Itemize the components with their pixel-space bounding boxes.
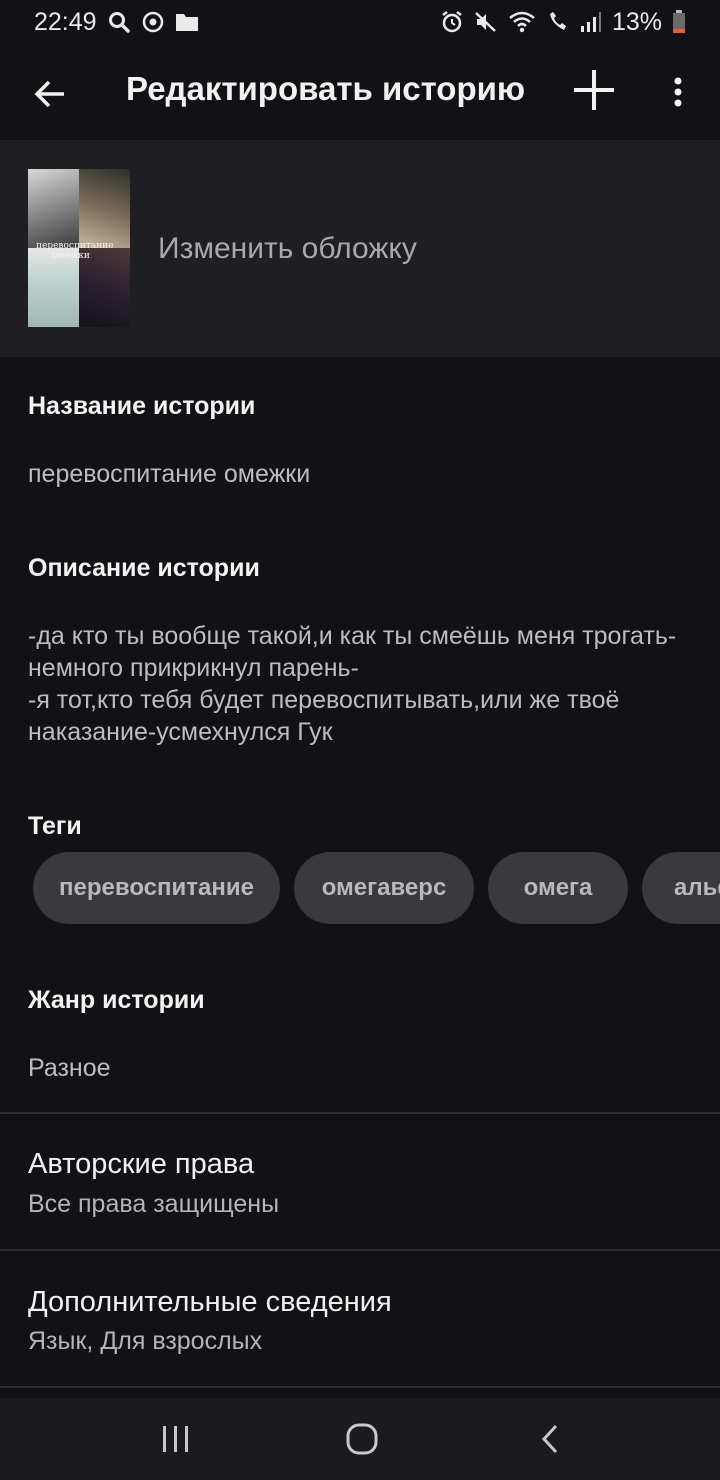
tag-chip[interactable]: омегаверс [294, 852, 474, 924]
signal-icon [580, 11, 602, 33]
alarm-icon [440, 10, 464, 34]
copyright-title: Авторские права [28, 1148, 255, 1180]
story-title-value[interactable]: перевоспитание омежки [28, 458, 310, 490]
cover-caption: перевоспитание омежки [36, 241, 114, 261]
cover-image[interactable]: перевоспитание омежки [28, 169, 130, 327]
back-button[interactable] [30, 74, 70, 114]
status-left: 22:49 [34, 8, 199, 37]
page-title: Редактировать историю [126, 70, 526, 107]
cover-photo-2 [79, 169, 130, 248]
divider [0, 1112, 720, 1114]
battery-icon [672, 10, 686, 34]
genre-value[interactable]: Разное [28, 1052, 111, 1084]
copyright-subtitle: Все права защищены [28, 1190, 280, 1218]
wifi-call-icon [546, 10, 570, 34]
story-description-value[interactable]: -да кто ты вообще такой,и как ты смеёшь … [28, 620, 698, 748]
extra-info-subtitle: Язык, Для взрослых [28, 1327, 263, 1355]
recents-button[interactable] [146, 1416, 206, 1462]
cover-section[interactable]: перевоспитание омежки Изменить обложку [0, 140, 720, 357]
home-button[interactable] [332, 1416, 392, 1462]
home-icon [346, 1423, 378, 1455]
extra-info-title: Дополнительные сведения [28, 1286, 392, 1318]
battery-percent: 13% [611, 7, 662, 36]
chevron-left-icon [541, 1424, 558, 1454]
genre-label: Жанр истории [28, 986, 205, 1014]
tags-label: Теги [28, 812, 82, 840]
search-icon [107, 10, 131, 34]
cover-photo-1 [28, 169, 79, 248]
more-vertical-icon [674, 77, 682, 107]
story-title-label: Название истории [28, 392, 256, 420]
divider [0, 1386, 720, 1388]
system-back-button[interactable] [520, 1416, 580, 1462]
add-part-button[interactable] [570, 66, 618, 114]
wifi-icon [508, 10, 536, 34]
tags-row[interactable]: перевоспитание омегаверс омега альф [0, 852, 720, 926]
sync-icon [141, 10, 165, 34]
plus-icon [574, 70, 614, 110]
app-bar: Редактировать историю [0, 44, 720, 140]
tag-chip[interactable]: омега [488, 852, 628, 924]
recents-icon [163, 1426, 188, 1452]
tag-chip[interactable]: альф [642, 852, 720, 924]
more-options-button[interactable] [664, 72, 692, 112]
status-bar: 22:49 13% [0, 0, 720, 44]
arrow-left-icon [34, 80, 64, 108]
change-cover-button[interactable]: Изменить обложку [158, 232, 417, 266]
divider [0, 1249, 720, 1251]
mute-icon [474, 10, 498, 34]
folder-icon [175, 11, 199, 33]
status-time: 22:49 [34, 7, 97, 36]
system-nav-bar [0, 1398, 720, 1480]
story-description-label: Описание истории [28, 554, 260, 582]
tag-chip[interactable]: перевоспитание [33, 852, 280, 924]
status-right: 13% [440, 8, 686, 37]
